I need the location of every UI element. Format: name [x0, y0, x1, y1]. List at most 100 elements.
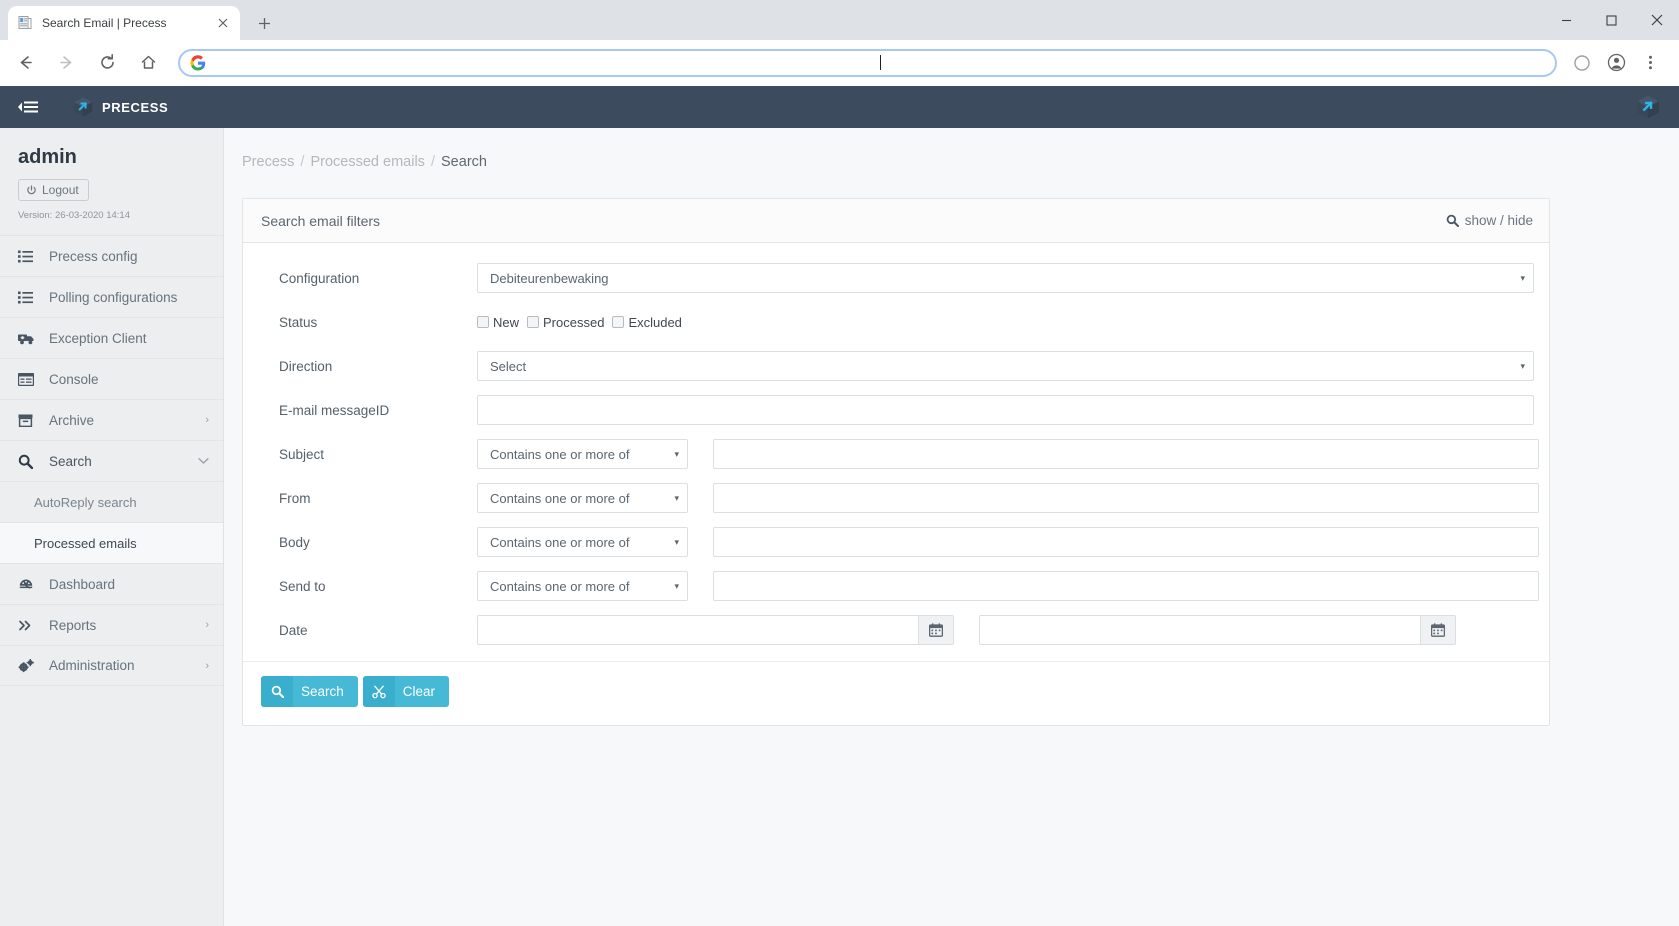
checkbox-box[interactable]: [527, 316, 540, 328]
date-to-input[interactable]: [979, 615, 1420, 645]
date-to-group: [979, 615, 1456, 645]
sidebar-item-processed-emails[interactable]: Processed emails: [0, 522, 223, 563]
sidebar-item-polling-configurations[interactable]: Polling configurations: [0, 276, 223, 317]
main-content: Precess / Processed emails / Search Sear…: [224, 128, 1679, 926]
from-label: From: [279, 490, 311, 506]
show-hide-toggle[interactable]: show / hide: [1446, 213, 1533, 228]
document-icon: [17, 15, 33, 31]
sidebar-nav: Precess config Polling configurations Ex…: [0, 235, 223, 686]
status-checkbox-excluded[interactable]: Excluded: [612, 315, 682, 330]
body-input[interactable]: [713, 527, 1539, 557]
home-icon[interactable]: [133, 48, 163, 78]
address-bar[interactable]: [178, 48, 1557, 77]
checkbox-label: New: [493, 314, 520, 330]
search-button[interactable]: Search: [261, 676, 358, 707]
clear-button[interactable]: Clear: [362, 676, 450, 707]
logout-button[interactable]: Logout: [18, 179, 89, 201]
sidebar-item-label: Polling configurations: [49, 289, 178, 305]
reload-icon[interactable]: [92, 48, 122, 78]
browser-tabstrip: Search Email | Precess: [0, 0, 1679, 40]
power-icon: [26, 184, 37, 196]
panel-body: Configuration Debiteurenbewaking ▾ Statu…: [243, 243, 1549, 661]
precess-cube-logo-icon: [1635, 94, 1661, 120]
sendto-condition-select[interactable]: Contains one or more of ▾: [477, 571, 688, 601]
direction-value: Select: [490, 358, 527, 374]
date-from-group: [477, 615, 954, 645]
chevron-down-icon: ▾: [1520, 272, 1525, 283]
checkbox-box[interactable]: [477, 316, 489, 328]
precess-application: PRECESS admin Logout Version: 26-03-2020…: [0, 86, 1679, 926]
status-checkbox-group: New Processed Excluded: [477, 315, 690, 330]
chevron-right-icon: ›: [205, 414, 209, 426]
close-icon[interactable]: [215, 15, 231, 31]
checkbox-label: Processed: [543, 314, 605, 330]
back-arrow-icon[interactable]: [10, 48, 40, 78]
list-icon: [18, 291, 38, 304]
form-row-date: Date: [261, 611, 1527, 649]
form-row-body: Body Contains one or more of ▾: [261, 523, 1539, 561]
sidebar-item-label: Console: [49, 371, 99, 387]
checkbox-box[interactable]: [612, 316, 625, 328]
from-condition-value: Contains one or more of: [490, 490, 630, 506]
form-row-messageid: E-mail messageID: [261, 391, 1534, 429]
sidebar-item-autoreply-search[interactable]: AutoReply search: [0, 481, 223, 522]
sidebar-collapse-icon[interactable]: [8, 100, 50, 114]
breadcrumb-root[interactable]: Precess: [242, 154, 294, 170]
panel-header: Search email filters show / hide: [243, 199, 1549, 243]
direction-select[interactable]: Select ▾: [477, 351, 1534, 381]
sidebar-item-precess-config[interactable]: Precess config: [0, 235, 223, 276]
calendar-icon[interactable]: [1420, 615, 1456, 645]
date-from-input[interactable]: [477, 615, 918, 645]
body-label: Body: [279, 534, 310, 550]
sidebar-item-administration[interactable]: Administration ›: [0, 645, 223, 686]
sidebar-item-exception-client[interactable]: Exception Client: [0, 317, 223, 358]
messageid-input[interactable]: [477, 395, 1534, 425]
browser-tab-title: Search Email | Precess: [42, 16, 167, 30]
chevrons-right-icon: [18, 619, 38, 632]
profile-avatar-icon[interactable]: [1601, 48, 1631, 78]
sidebar-item-console[interactable]: Console: [0, 358, 223, 399]
sidebar-item-archive[interactable]: Archive ›: [0, 399, 223, 440]
status-label: Status: [279, 314, 318, 330]
date-label: Date: [279, 622, 308, 638]
subject-condition-select[interactable]: Contains one or more of ▾: [477, 439, 688, 469]
sendto-input[interactable]: [713, 571, 1539, 601]
search-icon: [18, 454, 38, 469]
sidebar-username: admin: [18, 146, 77, 168]
truck-icon: [18, 332, 38, 345]
minimize-icon[interactable]: [1544, 0, 1589, 40]
browser-tab[interactable]: Search Email | Precess: [8, 6, 240, 40]
configuration-select[interactable]: Debiteurenbewaking ▾: [477, 263, 1534, 293]
browser-window: Search Email | Precess PRECESS admin Log…: [0, 0, 1679, 926]
chevron-down-icon: ▾: [1520, 360, 1525, 371]
sidebar-item-dashboard[interactable]: Dashboard: [0, 563, 223, 604]
logout-label: Logout: [42, 183, 79, 197]
status-checkbox-processed[interactable]: Processed: [527, 315, 604, 330]
sidebar-item-reports[interactable]: Reports ›: [0, 604, 223, 645]
body-condition-select[interactable]: Contains one or more of ▾: [477, 527, 688, 557]
search-icon: [261, 676, 293, 707]
sendto-condition-value: Contains one or more of: [490, 578, 630, 594]
from-input[interactable]: [713, 483, 1539, 513]
chevron-down-icon: ▾: [674, 580, 679, 591]
chevron-down-icon: ▾: [674, 448, 679, 459]
extension-circle-icon[interactable]: [1567, 48, 1597, 78]
list-icon: [18, 250, 38, 263]
sidebar-item-label: Exception Client: [49, 330, 147, 346]
configuration-value: Debiteurenbewaking: [490, 270, 609, 286]
app-brand[interactable]: PRECESS: [72, 96, 168, 118]
maximize-icon[interactable]: [1589, 0, 1634, 40]
status-checkbox-new[interactable]: New: [477, 315, 519, 330]
new-tab-button[interactable]: [250, 9, 278, 37]
sidebar-item-search[interactable]: Search: [0, 440, 223, 481]
precess-cube-logo-icon: [72, 96, 94, 118]
search-filters-panel: Search email filters show / hide Configu…: [242, 198, 1550, 726]
subject-input[interactable]: [713, 439, 1539, 469]
breadcrumb-separator: /: [300, 154, 305, 170]
calendar-icon[interactable]: [918, 615, 954, 645]
breadcrumb-parent[interactable]: Processed emails: [310, 154, 424, 170]
three-dot-menu-icon[interactable]: [1635, 48, 1665, 78]
window-close-icon[interactable]: [1634, 0, 1679, 40]
chevron-down-icon: [198, 457, 209, 465]
from-condition-select[interactable]: Contains one or more of ▾: [477, 483, 688, 513]
